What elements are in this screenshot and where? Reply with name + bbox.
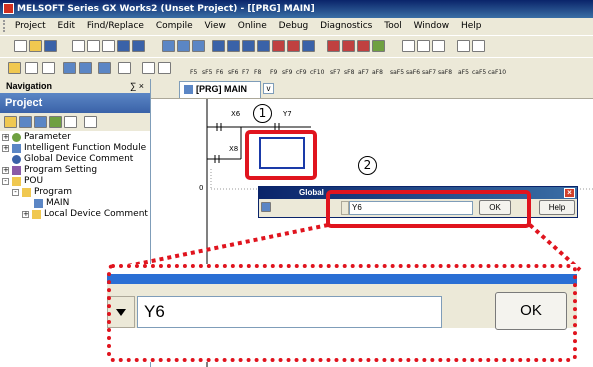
zoom-callout-border [107,264,577,362]
zoom-callout: Y6 OK [107,264,577,362]
